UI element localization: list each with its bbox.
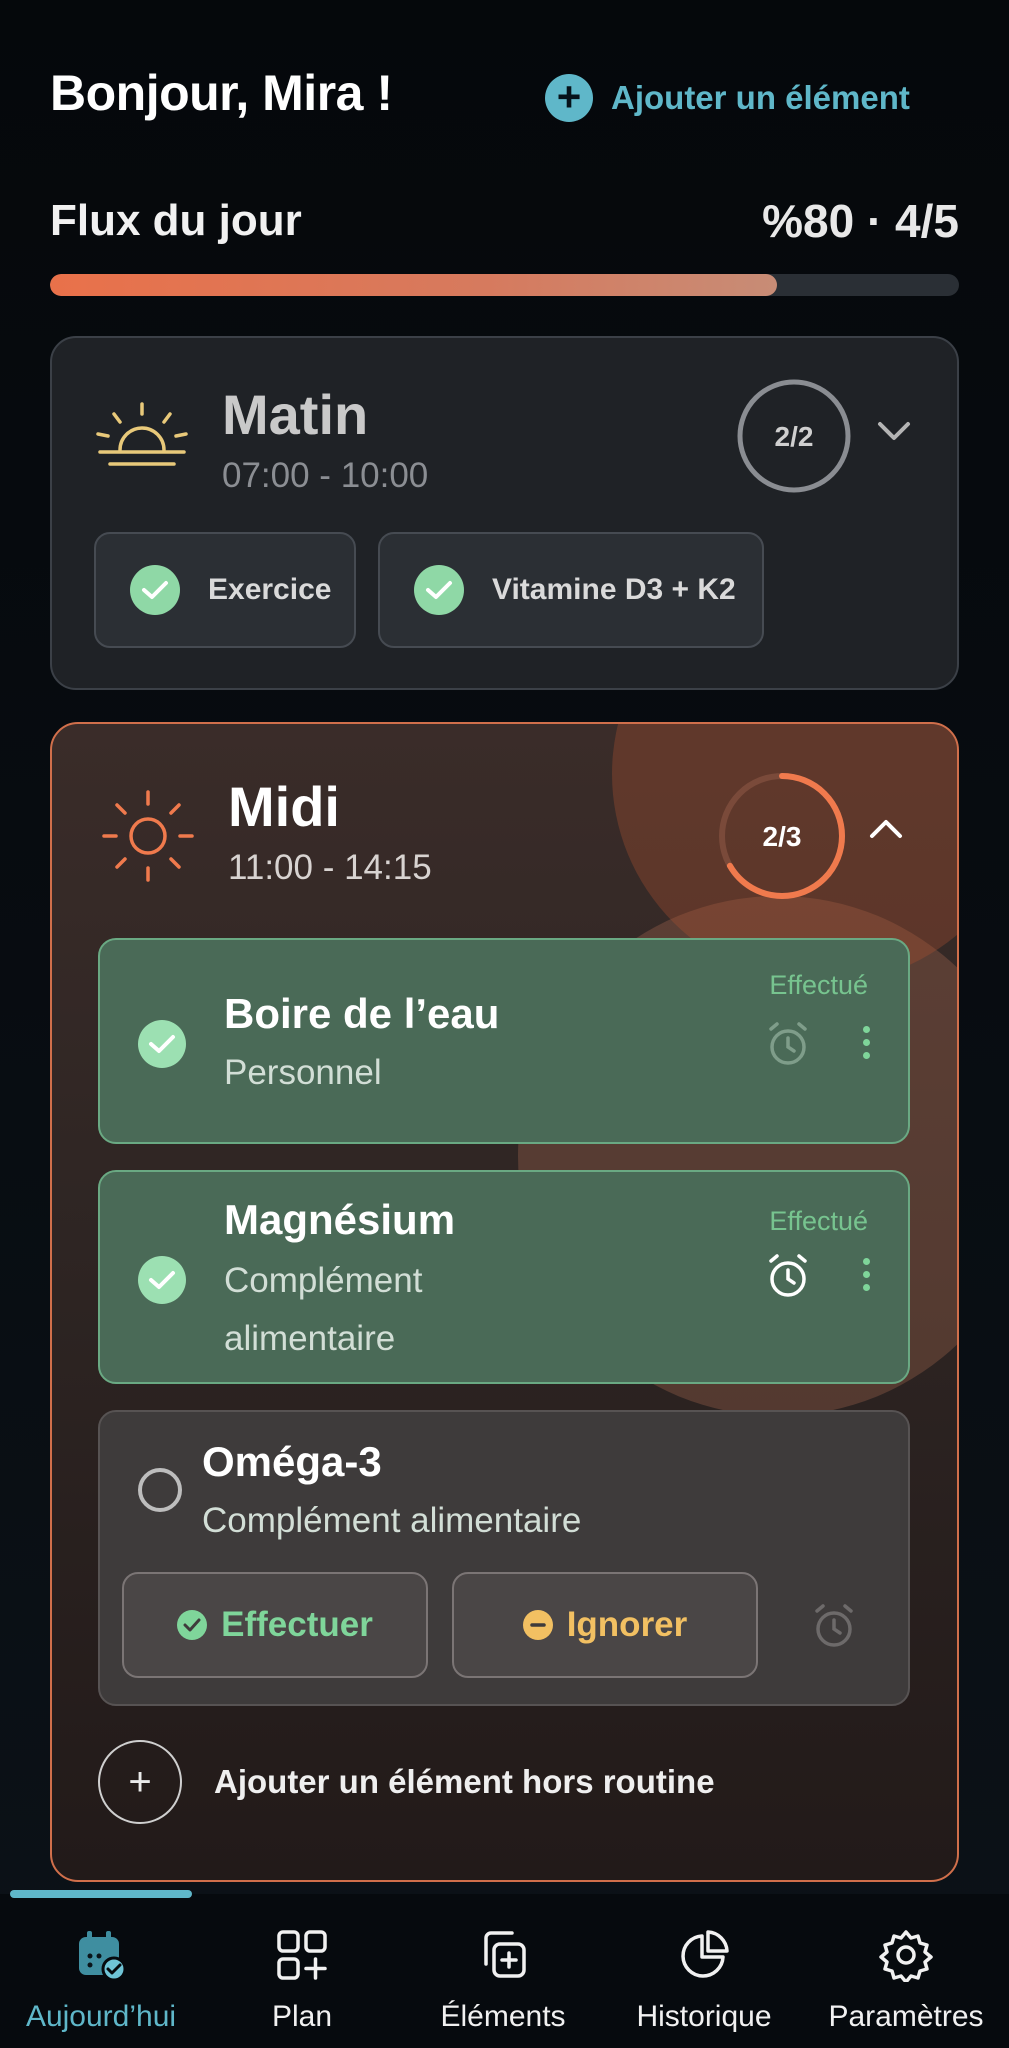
add-item-label: Ajouter un élément: [611, 79, 910, 116]
task-card-magnesium[interactable]: Magnésium Complément alimentaire Effectu…: [98, 1170, 910, 1384]
check-circle-icon[interactable]: [138, 1256, 186, 1304]
grid-plus-icon: [277, 1930, 327, 1980]
mark-done-label: Effectuer: [221, 1605, 373, 1644]
nav-label: Historique: [636, 2000, 772, 2033]
chevron-down-icon[interactable]: [876, 420, 912, 442]
chip-label: Vitamine D3 + K2: [492, 573, 736, 606]
check-circle-icon: [177, 1610, 208, 1640]
task-category: alimentaire: [224, 1319, 396, 1358]
task-title: Magnésium: [224, 1196, 456, 1243]
sunrise-icon: [96, 402, 188, 466]
nav-label: Paramètres: [828, 2000, 984, 2033]
nav-item-elements[interactable]: Éléments: [403, 1928, 603, 2034]
check-circle-icon[interactable]: [138, 1020, 186, 1068]
greeting-title: Bonjour, Mira !: [50, 65, 393, 121]
sun-icon: [102, 790, 194, 882]
more-vertical-icon[interactable]: [861, 1258, 871, 1291]
gear-icon: [879, 1930, 933, 1982]
skip-label: Ignorer: [566, 1605, 688, 1644]
mark-done-button[interactable]: Effectuer: [122, 1572, 428, 1678]
chevron-up-icon[interactable]: [868, 818, 904, 840]
routine-chip-vitamine[interactable]: Vitamine D3 + K2: [378, 532, 764, 648]
routine-progress-text: 2/2: [775, 421, 814, 452]
plus-circle-icon: +: [545, 74, 593, 122]
routine-time: 11:00 - 14:15: [228, 848, 432, 887]
task-title: Oméga-3: [202, 1438, 382, 1485]
pie-chart-icon: [681, 1930, 729, 1978]
more-vertical-icon[interactable]: [861, 1026, 871, 1059]
calendar-check-icon: [79, 1931, 127, 1982]
skip-button[interactable]: Ignorer: [452, 1572, 758, 1678]
copy-plus-icon: [484, 1931, 526, 1978]
alarm-icon[interactable]: [810, 1602, 858, 1650]
routine-progress-ring: 2/2: [736, 378, 852, 499]
nav-item-today[interactable]: Aujourd’hui: [1, 1928, 201, 2034]
nav-item-settings[interactable]: Paramètres: [806, 1928, 1006, 2034]
unchecked-circle-icon[interactable]: [138, 1468, 182, 1512]
task-title: Boire de l’eau: [224, 990, 500, 1037]
task-card-omega3[interactable]: Oméga-3 Complément alimentaire Effectuer…: [98, 1410, 910, 1706]
daily-progress-fill: [50, 274, 778, 296]
routine-time: 07:00 - 10:00: [222, 456, 429, 495]
alarm-icon[interactable]: [764, 1252, 812, 1300]
plus-icon: +: [98, 1740, 182, 1824]
routine-title: Midi: [228, 775, 340, 838]
add-item-button[interactable]: + Ajouter un élément: [545, 74, 910, 122]
add-outside-routine-button[interactable]: + Ajouter un élément hors routine: [98, 1740, 715, 1824]
nav-label: Aujourd’hui: [25, 2000, 177, 2033]
check-circle-icon: [130, 565, 180, 615]
nav-label: Éléments: [440, 2000, 566, 2033]
alarm-icon[interactable]: [764, 1020, 812, 1068]
task-card-water[interactable]: Boire de l’eau Personnel Effectué: [98, 938, 910, 1144]
routine-title: Matin: [222, 383, 369, 446]
task-category: Personnel: [224, 1053, 382, 1092]
task-category: Complément alimentaire: [202, 1501, 582, 1540]
nav-active-indicator: [10, 1890, 192, 1898]
daily-flow-value: %80 · 4/5: [762, 195, 959, 247]
daily-flow-title: Flux du jour: [50, 196, 302, 245]
add-outside-routine-label: Ajouter un élément hors routine: [214, 1763, 715, 1800]
nav-item-history[interactable]: Historique: [604, 1928, 804, 2034]
nav-item-plan[interactable]: Plan: [202, 1928, 402, 2034]
routine-chip-exercice[interactable]: Exercice: [94, 532, 356, 648]
task-category: Complément: [224, 1261, 423, 1300]
nav-label: Plan: [271, 2000, 333, 2033]
task-status: Effectué: [769, 970, 868, 1000]
task-status: Effectué: [769, 1206, 868, 1236]
minus-circle-icon: [522, 1610, 553, 1640]
routine-progress-ring: 2/3: [716, 770, 848, 907]
chip-label: Exercice: [208, 573, 332, 606]
daily-progress-bar: [50, 274, 959, 296]
check-circle-icon: [414, 565, 464, 615]
routine-progress-text: 2/3: [763, 821, 802, 852]
